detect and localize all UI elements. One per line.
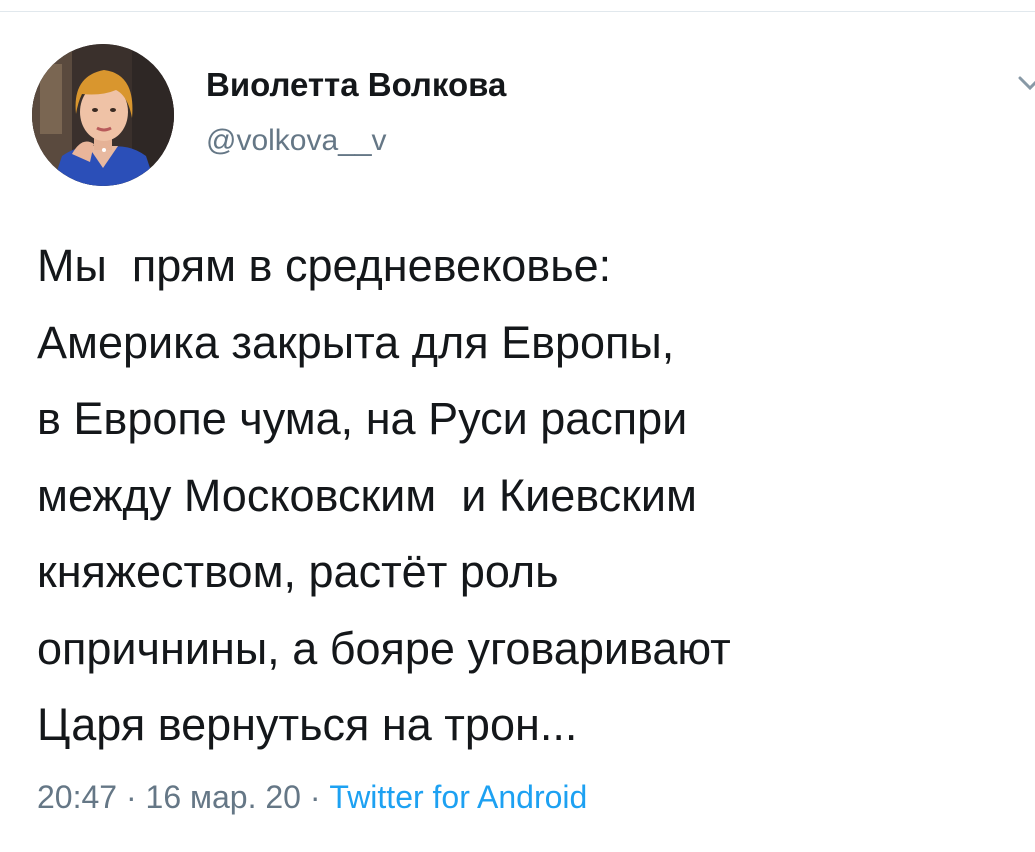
top-divider <box>0 11 1035 12</box>
tweet-source[interactable]: Twitter for Android <box>329 779 587 815</box>
tweet-meta: 20:47 · 16 мар. 20 · Twitter for Android <box>37 774 587 820</box>
meta-separator: · <box>117 779 146 815</box>
tweet-date[interactable]: 16 мар. 20 <box>146 779 301 815</box>
author-handle[interactable]: @volkova__v <box>206 122 506 160</box>
tweet-time[interactable]: 20:47 <box>37 779 117 815</box>
tweet-author[interactable]: Виолетта Волкова @volkova__v <box>206 62 506 160</box>
chevron-down-icon[interactable] <box>1016 70 1035 94</box>
author-display-name[interactable]: Виолетта Волкова <box>206 62 506 108</box>
meta-separator: · <box>300 779 330 815</box>
avatar-photo <box>32 44 174 186</box>
avatar[interactable] <box>32 44 174 186</box>
tweet-text: Мы прям в средневековье: Америка закрыта… <box>37 240 731 750</box>
